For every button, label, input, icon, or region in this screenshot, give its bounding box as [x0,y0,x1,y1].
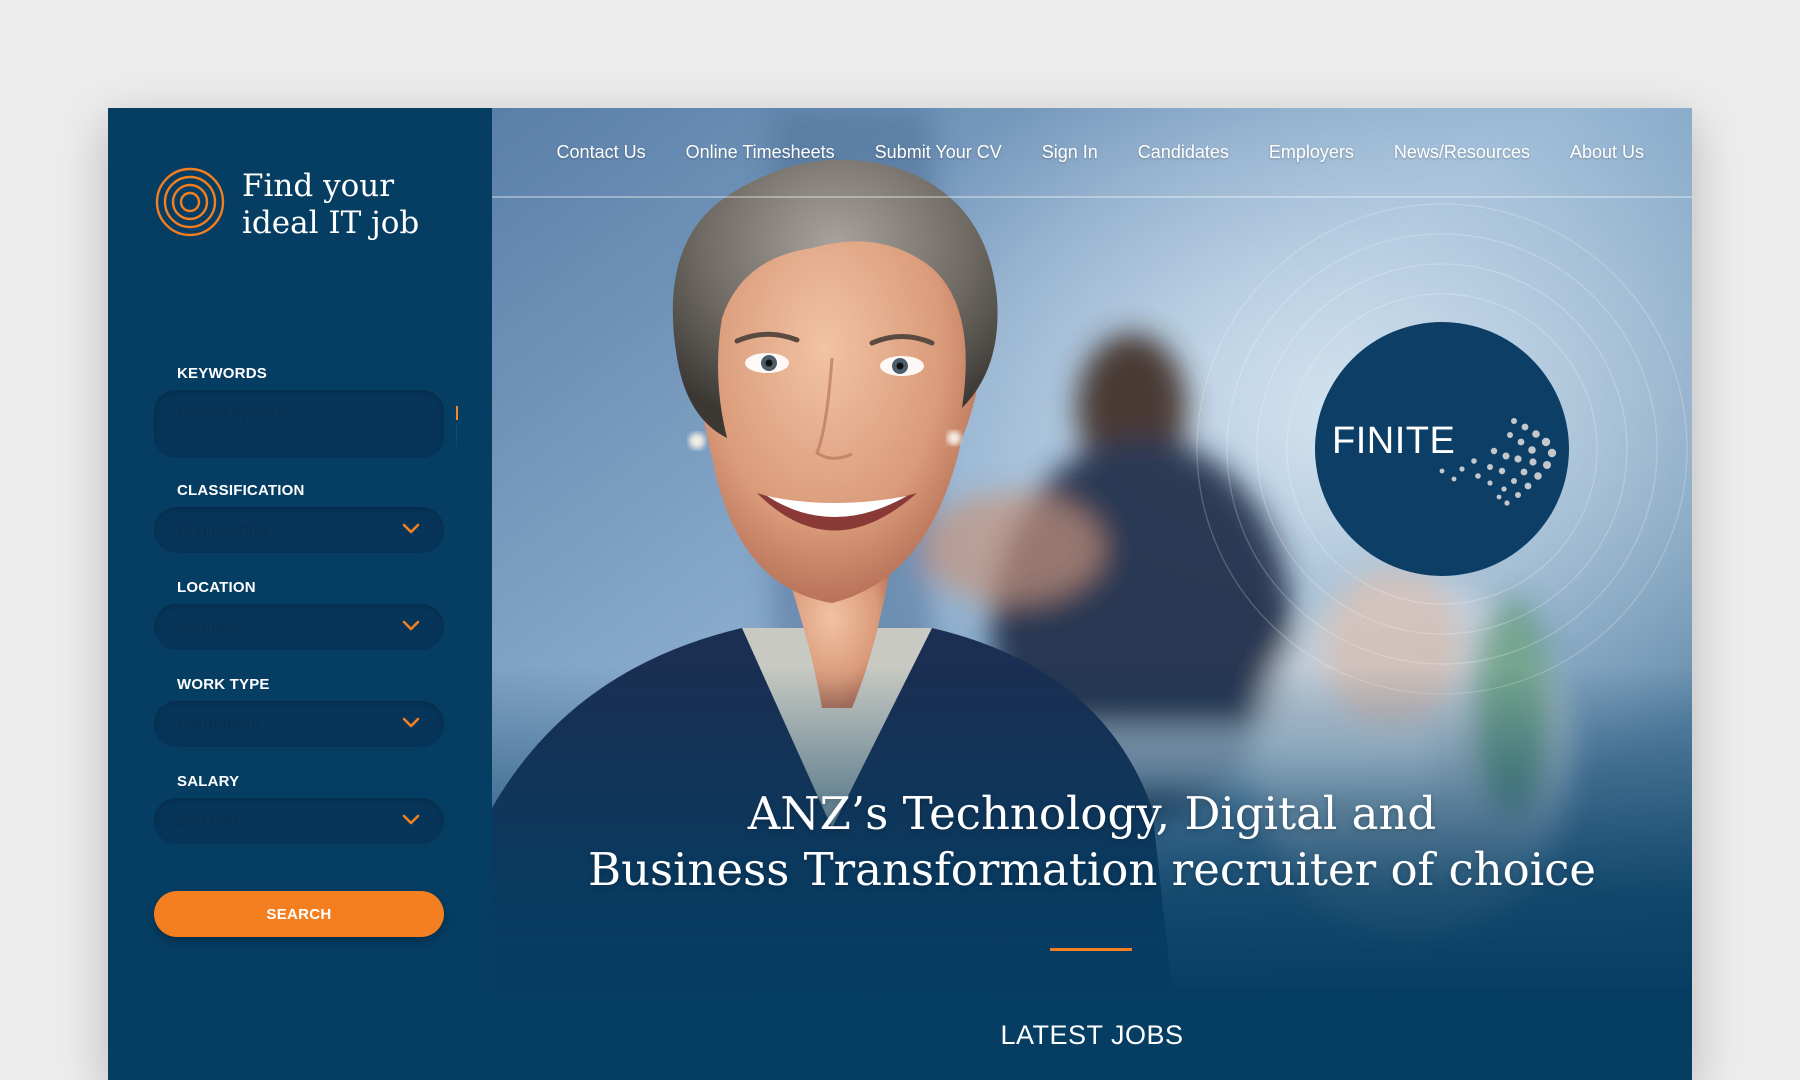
hero-headline-line2: Business Transformation recruiter of cho… [588,843,1596,896]
keywords-field[interactable] [154,390,458,458]
nav-employers[interactable]: Employers [1269,142,1354,163]
location-value: Sydney [177,617,234,636]
top-navigation: Contact Us Online Timesheets Submit Your… [492,108,1692,198]
work-type-value: Permanent [177,714,261,733]
chevron-down-icon [402,814,420,825]
headline-divider [1050,948,1132,951]
salary-value: $80,000 [177,811,239,830]
brand-tagline: Find your ideal IT job [242,168,452,242]
search-button[interactable]: SEARCH [154,891,444,937]
text-cursor [456,406,458,420]
nav-sign-in[interactable]: Sign In [1042,142,1098,163]
keywords-input[interactable] [177,402,397,424]
chevron-down-icon [402,620,420,631]
brand-tagline-line1: Find your [242,168,395,204]
brand-header: Find your ideal IT job [154,166,454,256]
nav-submit-your-cv[interactable]: Submit Your CV [875,142,1002,163]
location-select[interactable]: Sydney [154,604,444,650]
classification-value: Engineering [177,520,268,539]
salary-label: SALARY [177,773,240,790]
field-divider [456,424,457,446]
finite-logo-badge: FINITE [1315,322,1569,576]
nav-online-timesheets[interactable]: Online Timesheets [686,142,835,163]
keywords-label: KEYWORDS [177,365,267,382]
nav-about-us[interactable]: About Us [1570,142,1644,163]
nav-contact-us[interactable]: Contact Us [557,142,646,163]
website-frame: Find your ideal IT job KEYWORDS CLASSIFI… [108,108,1692,1080]
nav-candidates[interactable]: Candidates [1138,142,1229,163]
latest-jobs-heading: LATEST JOBS [1000,1020,1184,1050]
chevron-down-icon [402,523,420,534]
job-search-sidebar: Find your ideal IT job KEYWORDS CLASSIFI… [108,108,492,1080]
classification-label: CLASSIFICATION [177,482,305,499]
work-type-label: WORK TYPE [177,676,270,693]
finite-logo-text: FINITE [1332,420,1455,462]
classification-select[interactable]: Engineering [154,507,444,553]
brand-tagline-line2: ideal IT job [242,205,420,241]
hero-section: Contact Us Online Timesheets Submit Your… [492,108,1692,1080]
nav-news-resources[interactable]: News/Resources [1394,142,1530,163]
location-label: LOCATION [177,579,256,596]
work-type-select[interactable]: Permanent [154,701,444,747]
salary-select[interactable]: $80,000 [154,798,444,844]
concentric-circles-icon [155,167,225,237]
hero-headline: ANZ’s Technology, Digital and Business T… [492,786,1692,898]
hero-headline-line1: ANZ’s Technology, Digital and [747,787,1437,840]
chevron-down-icon [402,717,420,728]
